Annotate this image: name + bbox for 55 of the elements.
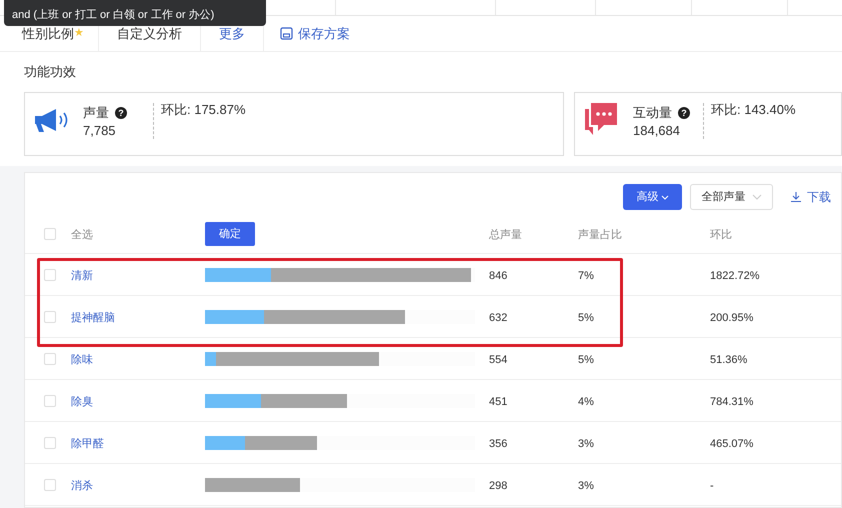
- help-icon: ?: [115, 106, 127, 119]
- stat-label: 声量: [83, 104, 109, 122]
- table-cell: 298: [489, 480, 508, 492]
- row-name[interactable]: 除甲醛: [71, 438, 104, 450]
- table-cell: 3%: [578, 438, 594, 450]
- download-icon: [791, 192, 801, 202]
- chevron-down-icon: [752, 194, 762, 200]
- table-cell: 200.95%: [710, 312, 754, 324]
- column-header: 总声量: [489, 228, 522, 240]
- table-cell: 554: [489, 354, 508, 366]
- volume-filter-dropdown[interactable]: 全部声量: [690, 184, 773, 210]
- stat-label: 互动量: [633, 104, 672, 122]
- download-button[interactable]: 下载: [791, 184, 831, 210]
- column-header: 环比: [710, 228, 732, 240]
- tooltip: and (上班 or 打工 or 白领 or 工作 or 办公): [4, 0, 266, 26]
- save-scheme-button[interactable]: 保存方案: [264, 16, 366, 52]
- table-cell: 4%: [578, 396, 594, 408]
- row-name[interactable]: 除味: [71, 354, 93, 366]
- checkbox[interactable]: [44, 228, 56, 240]
- table-cell: 465.07%: [710, 438, 754, 450]
- help-icon: ?: [678, 106, 690, 119]
- table-cell: 451: [489, 396, 508, 408]
- table-cell: 51.36%: [710, 354, 748, 366]
- save-icon: [280, 27, 293, 40]
- table-cell: 5%: [578, 354, 594, 366]
- row-name[interactable]: 提神醒脑: [71, 312, 115, 324]
- table-cell: 356: [489, 438, 508, 450]
- table-cell: 632: [489, 312, 508, 324]
- stat-value: 184,684: [633, 122, 681, 138]
- table-cell: -: [710, 480, 714, 492]
- row-name[interactable]: 除臭: [71, 396, 93, 408]
- table-cell: 3%: [578, 480, 594, 492]
- row-name[interactable]: 清新: [71, 270, 93, 282]
- advanced-button[interactable]: 高级: [623, 184, 682, 210]
- section-title: 功能功效: [24, 63, 76, 82]
- checkbox[interactable]: [44, 268, 56, 280]
- table-cell: 1822.72%: [710, 270, 760, 282]
- table-cell: 7%: [578, 270, 594, 282]
- table-cell: 784.31%: [710, 396, 754, 408]
- checkbox[interactable]: [44, 394, 56, 406]
- checkbox[interactable]: [44, 478, 56, 490]
- change-text: 环比: 175.87%: [153, 103, 246, 139]
- table-cell: 846: [489, 270, 508, 282]
- star-icon: ★: [74, 25, 84, 42]
- checkbox[interactable]: [44, 436, 56, 448]
- chevron-down-icon: [660, 194, 668, 200]
- stat-value: 7,785: [83, 122, 117, 138]
- row-name[interactable]: 消杀: [71, 480, 93, 492]
- change-text: 环比: 143.40%: [703, 103, 796, 139]
- checkbox[interactable]: [44, 310, 56, 322]
- table-cell: 5%: [578, 312, 594, 324]
- column-header: 全选: [71, 228, 93, 240]
- column-header: 声量占比: [578, 228, 622, 240]
- checkbox[interactable]: [44, 352, 56, 364]
- confirm-button[interactable]: 确定: [205, 222, 255, 246]
